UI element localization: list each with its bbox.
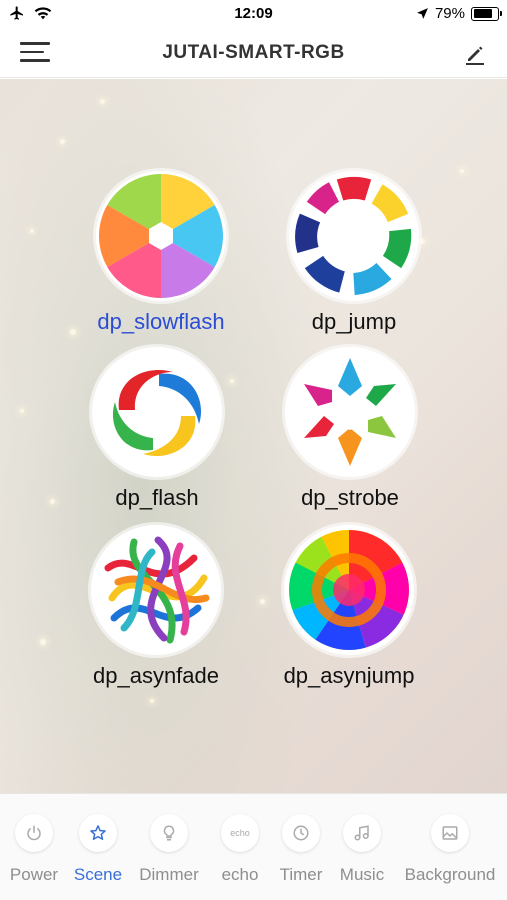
star-icon xyxy=(90,825,106,840)
battery-icon xyxy=(471,6,502,21)
scene-asynfade[interactable]: dp_asynfade xyxy=(56,525,256,689)
tab-dimmer[interactable]: Dimmer xyxy=(134,794,204,885)
tab-label: Scene xyxy=(73,865,123,884)
scene-label: dp_strobe xyxy=(301,485,399,510)
tab-label: Background xyxy=(404,865,496,884)
battery-percent: 79% xyxy=(434,5,465,22)
tab-label: Dimmer xyxy=(139,865,199,884)
tab-background[interactable]: Background xyxy=(397,794,503,885)
tab-label: Timer xyxy=(279,865,323,884)
location-arrow-icon xyxy=(417,8,428,19)
bulb-icon xyxy=(163,825,175,841)
tab-bar: Power Scene Dimmer echo echo Timer Music… xyxy=(0,793,507,900)
pencil-icon xyxy=(466,46,484,65)
scene-asynjump[interactable]: dp_asynjump xyxy=(249,525,449,689)
scene-slowflash[interactable]: dp_slowflash xyxy=(61,171,261,335)
nav-bar: JUTAI-SMART-RGB xyxy=(0,30,507,78)
tab-label: echo xyxy=(221,865,259,884)
page-title: JUTAI-SMART-RGB xyxy=(162,42,345,63)
tab-label: Music xyxy=(339,865,385,884)
echo-icon: echo xyxy=(230,828,250,838)
edit-button[interactable] xyxy=(463,42,487,66)
image-icon xyxy=(442,826,458,840)
scene-label: dp_flash xyxy=(115,485,199,510)
scene-flash[interactable]: dp_flash xyxy=(57,347,257,511)
strobe-icon xyxy=(288,350,412,474)
tab-timer[interactable]: Timer xyxy=(271,794,331,885)
slowflash-icon xyxy=(99,174,223,298)
jump-icon xyxy=(292,174,416,298)
flash-icon xyxy=(95,350,219,474)
clock-icon xyxy=(293,825,309,841)
scene-strobe[interactable]: dp_strobe xyxy=(250,347,450,511)
asynfade-icon xyxy=(94,528,218,652)
tab-music[interactable]: Music xyxy=(333,794,391,885)
scene-panel: dp_slowflash dp_jump dp_flash dp_strobe … xyxy=(0,79,507,793)
music-icon xyxy=(354,825,369,841)
tab-scene[interactable]: Scene xyxy=(68,794,128,885)
scene-label: dp_asynjump xyxy=(283,663,415,688)
power-icon xyxy=(27,825,41,841)
scene-label: dp_slowflash xyxy=(97,309,225,334)
status-bar: 12:09 79% xyxy=(0,0,507,30)
tab-echo[interactable]: echo echo xyxy=(210,794,270,885)
asynjump-icon xyxy=(287,528,411,652)
scene-jump[interactable]: dp_jump xyxy=(254,171,454,335)
tab-power[interactable]: Power xyxy=(4,794,64,885)
tab-label: Power xyxy=(9,865,59,884)
scene-label: dp_jump xyxy=(311,309,397,334)
scene-label: dp_asynfade xyxy=(93,663,219,688)
